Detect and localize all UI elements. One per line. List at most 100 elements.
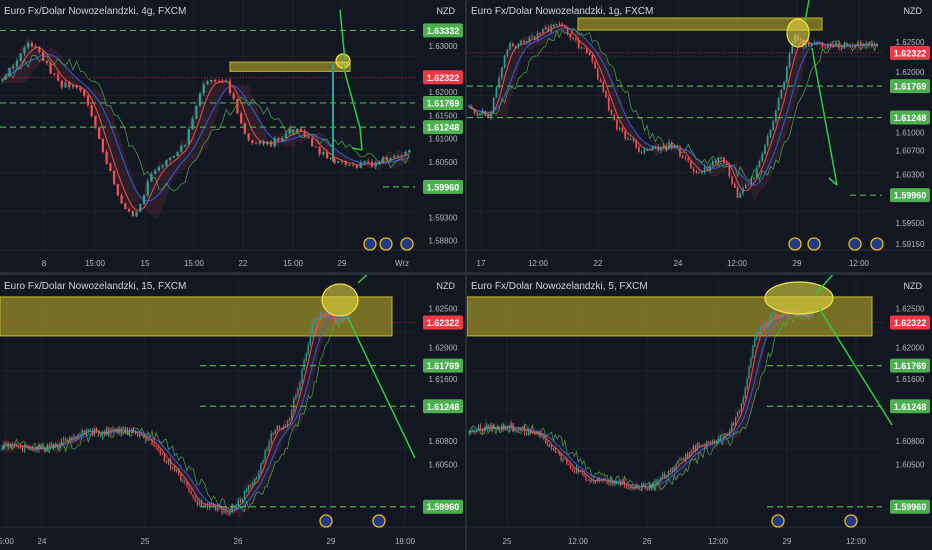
- candle-body: [479, 113, 481, 116]
- candle: [337, 160, 340, 164]
- candle: [322, 149, 325, 157]
- candle-body: [329, 158, 332, 160]
- x-tick-label: 12:00: [849, 259, 870, 268]
- candle-body: [635, 140, 637, 148]
- candle-body: [851, 44, 854, 47]
- candle-body: [19, 446, 22, 448]
- candle-body: [758, 333, 760, 335]
- candle-body: [307, 136, 310, 139]
- pane-divider-horizontal[interactable]: [0, 272, 932, 275]
- candle-body: [687, 453, 689, 458]
- chikou-line: [468, 27, 878, 182]
- candle-body: [309, 336, 311, 345]
- candle: [68, 81, 71, 90]
- candle: [646, 146, 648, 152]
- chart-pane-5m[interactable]: Euro Fx/Dolar Nowozelandzki, 5, FXCM NZD…: [467, 275, 932, 550]
- candle-body: [706, 441, 708, 447]
- candle-body: [577, 467, 579, 473]
- candle-body: [11, 444, 13, 447]
- candle-body: [77, 434, 79, 439]
- candle-body: [695, 171, 698, 173]
- candle-body: [570, 464, 572, 469]
- candle: [329, 157, 332, 160]
- economic-event-icon: [372, 514, 386, 528]
- candle-body: [258, 472, 260, 478]
- candle: [543, 434, 545, 441]
- candle: [217, 504, 219, 513]
- candle-body: [731, 176, 733, 184]
- forecast-arrow: [351, 147, 363, 151]
- x-tick-label: 26: [234, 537, 243, 546]
- price-level-label: 1.61248: [894, 402, 927, 412]
- candle-body: [87, 430, 89, 432]
- candle-body: [58, 444, 61, 447]
- candle-body: [529, 430, 531, 432]
- candle-body: [683, 459, 685, 462]
- chart-pane-1h[interactable]: Euro Fx/Dolar Nowozelandzki, 1g, FXCM NZ…: [467, 0, 932, 272]
- economic-event-icon: [319, 514, 333, 528]
- candle-body: [827, 44, 829, 49]
- candle-body: [165, 461, 168, 464]
- candle-body: [765, 322, 767, 326]
- candle-body: [122, 432, 124, 434]
- candle-body: [359, 162, 362, 168]
- currency-unit: NZD: [903, 6, 923, 16]
- candle-body: [849, 44, 851, 47]
- currency-unit: NZD: [903, 281, 923, 291]
- chart-pane-15m[interactable]: Euro Fx/Dolar Nowozelandzki, 15, FXCM NZ…: [0, 275, 465, 550]
- x-tick-label: 29: [793, 259, 802, 268]
- candle: [777, 97, 780, 111]
- candle: [208, 502, 211, 511]
- y-tick-label: 1.60800: [429, 437, 458, 446]
- candle-body: [30, 43, 34, 47]
- candle: [124, 426, 126, 434]
- candle-body: [667, 470, 670, 476]
- candle-body: [805, 315, 808, 317]
- y-tick-label: 1.61500: [429, 111, 458, 120]
- candle-body: [155, 445, 157, 448]
- candle-body: [284, 426, 287, 428]
- candle-body: [643, 149, 646, 153]
- candle: [142, 194, 146, 206]
- candle-body: [561, 23, 563, 27]
- candle-body: [385, 157, 388, 161]
- candle: [116, 184, 119, 197]
- candle: [198, 92, 202, 108]
- candle-body: [537, 432, 539, 434]
- candle-body: [731, 423, 733, 431]
- candle-body: [112, 170, 116, 185]
- candle: [266, 141, 269, 146]
- chart-pane-4h[interactable]: Euro Fx/Dolar Nowozelandzki, 4g, FXCM NZ…: [0, 0, 465, 272]
- forecast-arrow: [357, 275, 368, 284]
- candle-body: [374, 162, 377, 167]
- candle-body: [264, 449, 266, 461]
- candle-body: [665, 145, 668, 150]
- economic-event-icon: [788, 237, 802, 251]
- candle-body: [180, 145, 183, 153]
- candle-body: [83, 430, 85, 435]
- candle: [722, 156, 725, 164]
- chart-title: Euro Fx/Dolar Nowozelandzki, 4g, FXCM: [4, 6, 187, 17]
- candle-body: [547, 442, 549, 447]
- candle-body: [182, 480, 184, 482]
- candle-body: [363, 161, 366, 163]
- candle-body: [44, 448, 46, 451]
- candle-body: [744, 184, 747, 189]
- x-tick-label: 12:00: [846, 537, 867, 546]
- candle-body: [348, 164, 351, 166]
- candle-body: [245, 489, 248, 492]
- candle: [539, 430, 541, 439]
- candle-body: [607, 97, 610, 110]
- candle-body: [810, 43, 813, 47]
- candle-body: [654, 480, 656, 485]
- pane-divider-vertical[interactable]: [465, 0, 467, 550]
- candle-body: [217, 81, 220, 83]
- candle-body: [843, 43, 846, 49]
- candle-body: [677, 460, 679, 465]
- candle: [533, 35, 536, 41]
- candle: [783, 81, 785, 91]
- candle: [629, 137, 632, 140]
- candle: [8, 67, 11, 77]
- candle-body: [93, 429, 96, 435]
- candle: [176, 468, 178, 473]
